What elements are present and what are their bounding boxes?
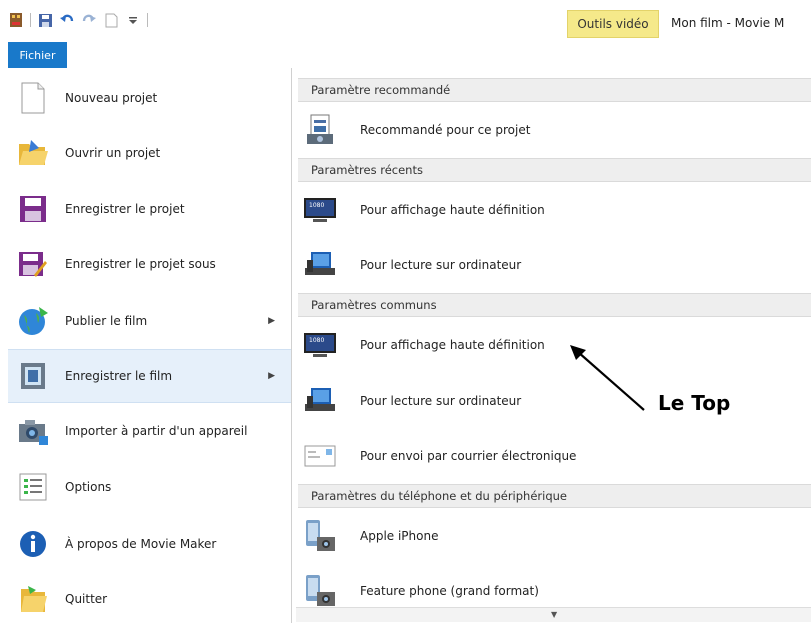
undo-icon[interactable] [59, 12, 75, 28]
option-label: Apple iPhone [360, 529, 439, 543]
window-title: Mon film - Movie M [671, 16, 785, 30]
save-as-icon [16, 247, 50, 281]
annotation-arrow-icon [570, 345, 645, 411]
qat-separator [30, 13, 31, 27]
new-project-icon [16, 81, 50, 115]
menu-item-open-project[interactable]: Ouvrir un projet [8, 127, 291, 179]
menu-item-publish-movie[interactable]: Publier le film ▶ [8, 295, 291, 347]
file-tab[interactable]: Fichier [8, 42, 67, 68]
section-header: Paramètres communs [298, 293, 811, 317]
new-icon[interactable] [103, 12, 119, 28]
option-label: Pour affichage haute définition [360, 338, 545, 352]
save-movie-submenu: Paramètre recommandé Recommandé pour ce … [292, 68, 811, 623]
menu-item-label: Enregistrer le film [65, 369, 173, 383]
file-menu: Nouveau projet Ouvrir un projet Enregist… [0, 68, 291, 623]
section-title: Paramètre recommandé [311, 83, 451, 97]
annotation-label: Le Top [658, 391, 731, 415]
computer-icon [302, 247, 338, 283]
option-recommended[interactable]: Recommandé pour ce projet [298, 103, 811, 157]
section-title: Paramètres communs [311, 298, 437, 312]
import-camera-icon [16, 414, 50, 448]
option-label: Feature phone (grand format) [360, 584, 539, 598]
menu-item-label: Publier le film [65, 314, 148, 328]
option-computer-playback[interactable]: Pour lecture sur ordinateur [298, 374, 811, 428]
option-label: Recommandé pour ce projet [360, 123, 531, 137]
title-bar: Outils vidéo Mon film - Movie M [0, 0, 811, 40]
customize-dropdown-icon[interactable] [125, 12, 141, 28]
menu-item-label: Ouvrir un projet [65, 146, 161, 160]
option-computer-playback[interactable]: Pour lecture sur ordinateur [298, 238, 811, 292]
save-movie-icon [16, 359, 50, 393]
save-project-icon [16, 192, 50, 226]
menu-item-label: À propos de Movie Maker [65, 537, 217, 551]
menu-item-save-movie[interactable]: Enregistrer le film ▶ [8, 349, 291, 403]
phone-camera-icon [302, 573, 338, 609]
phone-camera-icon [302, 518, 338, 554]
menu-item-import-device[interactable]: Importer à partir d'un appareil [8, 405, 291, 457]
section-title: Paramètres du téléphone et du périphériq… [311, 489, 567, 503]
menu-item-save-project[interactable]: Enregistrer le projet [8, 183, 291, 235]
ribbon-tab-bar: Fichier [0, 42, 811, 69]
svg-text:1080: 1080 [309, 337, 324, 344]
recommended-icon [302, 112, 338, 148]
menu-item-label: Nouveau projet [65, 91, 158, 105]
menu-item-label: Quitter [65, 592, 108, 606]
option-hd-display[interactable]: 1080 Pour affichage haute définition [298, 318, 811, 372]
quick-access-toolbar [8, 11, 148, 29]
option-hd-display[interactable]: 1080 Pour affichage haute définition [298, 183, 811, 237]
section-title: Paramètres récents [311, 163, 423, 177]
video-tools-contextual-tab[interactable]: Outils vidéo [567, 10, 659, 38]
hd-display-icon: 1080 [302, 192, 338, 228]
option-label: Pour envoi par courrier électronique [360, 449, 577, 463]
panel-scrollbar[interactable]: ▼ [296, 607, 811, 622]
options-icon [16, 470, 50, 504]
option-label: Pour lecture sur ordinateur [360, 258, 522, 272]
option-apple-iphone[interactable]: Apple iPhone [298, 509, 811, 563]
email-icon [302, 438, 338, 474]
option-label: Pour affichage haute définition [360, 203, 545, 217]
section-header: Paramètres récents [298, 158, 811, 182]
submenu-arrow-icon: ▶ [268, 316, 275, 326]
info-icon [16, 527, 50, 561]
menu-item-label: Enregistrer le projet sous [65, 257, 216, 271]
menu-item-options[interactable]: Options [8, 461, 291, 513]
exit-icon [16, 582, 50, 616]
option-email[interactable]: Pour envoi par courrier électronique [298, 429, 811, 483]
menu-item-new-project[interactable]: Nouveau projet [8, 72, 291, 124]
open-folder-icon [16, 136, 50, 170]
hd-display-icon: 1080 [302, 327, 338, 363]
save-icon[interactable] [37, 12, 53, 28]
menu-item-label: Options [65, 480, 112, 494]
submenu-arrow-icon: ▶ [268, 371, 275, 381]
section-header: Paramètres du téléphone et du périphériq… [298, 484, 811, 508]
menu-item-label: Importer à partir d'un appareil [65, 424, 248, 438]
publish-globe-icon [16, 304, 50, 338]
redo-icon[interactable] [81, 12, 97, 28]
section-header: Paramètre recommandé [298, 78, 811, 102]
menu-item-label: Enregistrer le projet [65, 202, 185, 216]
computer-icon [302, 383, 338, 419]
menu-item-exit[interactable]: Quitter [8, 573, 291, 625]
svg-text:1080: 1080 [309, 202, 324, 209]
option-label: Pour lecture sur ordinateur [360, 394, 522, 408]
qat-separator [147, 13, 148, 27]
menu-item-about[interactable]: À propos de Movie Maker [8, 518, 291, 570]
app-icon[interactable] [8, 12, 24, 28]
scroll-down-icon[interactable]: ▼ [551, 610, 557, 619]
menu-item-save-as[interactable]: Enregistrer le projet sous [8, 238, 291, 290]
